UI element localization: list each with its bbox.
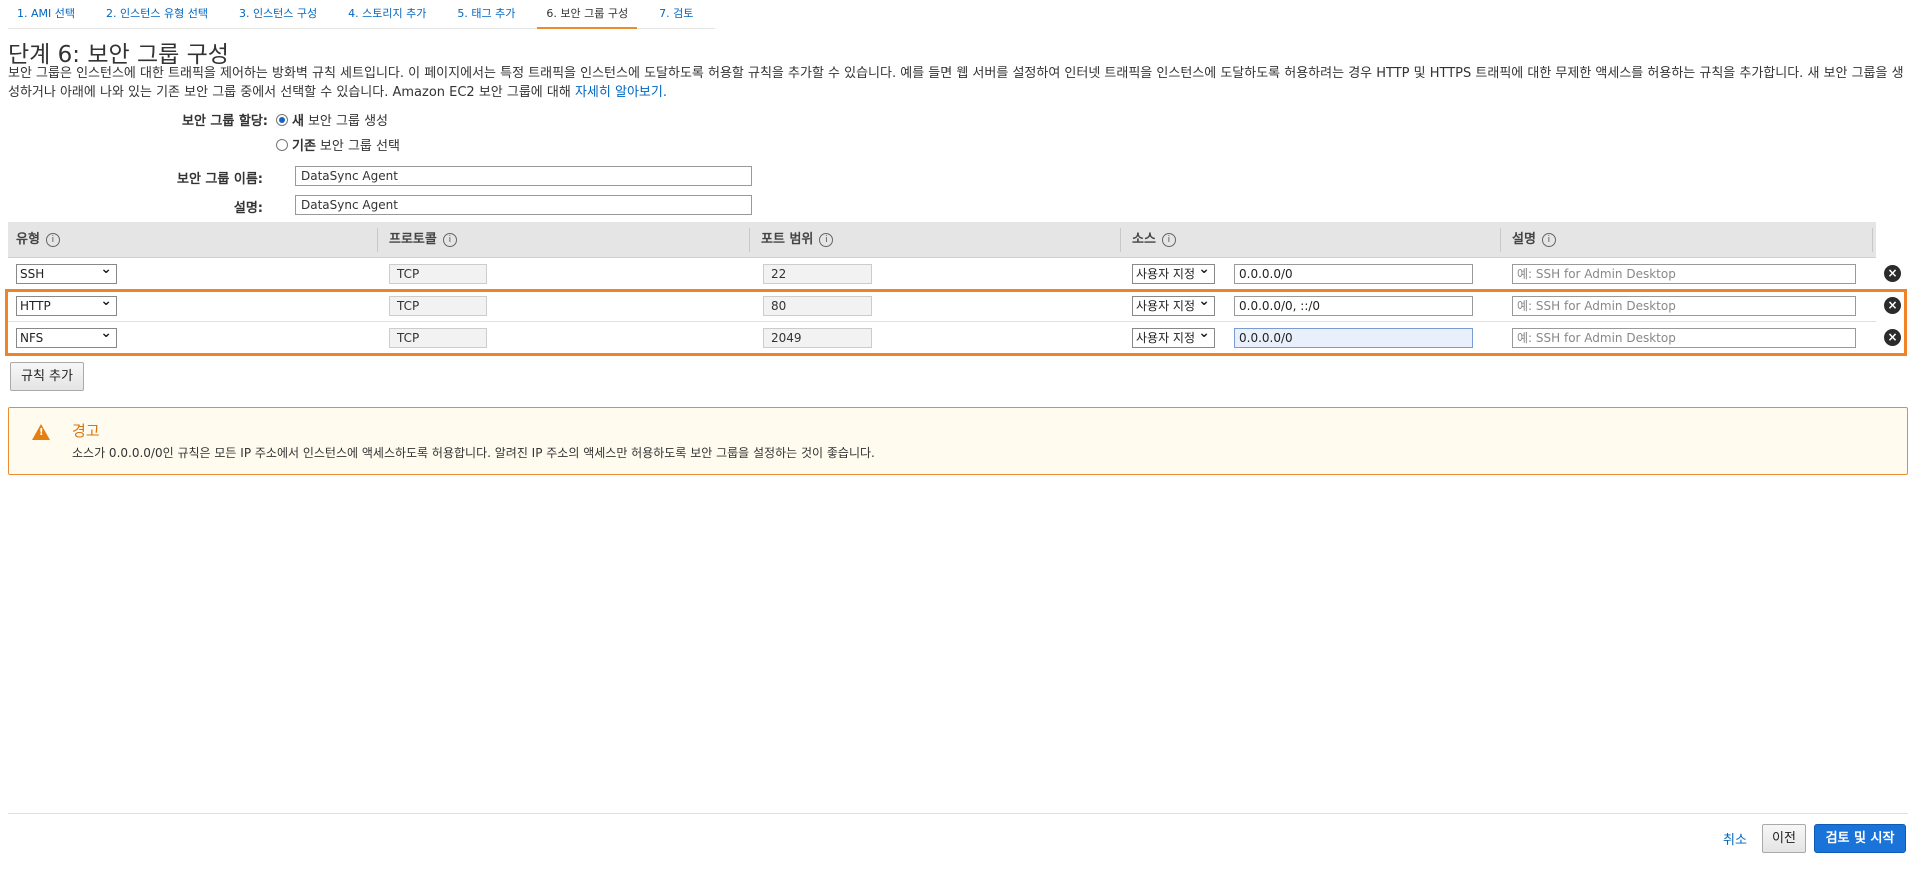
radio-button[interactable] bbox=[276, 138, 288, 151]
assignment-label: 보안 그룹 할당: bbox=[181, 114, 268, 129]
info-icon[interactable]: i bbox=[45, 232, 60, 247]
info-icon[interactable]: i bbox=[442, 232, 457, 247]
warning-alert: ! 경고 소스가 0.0.0.0/0인 규칙은 모든 IP 주소에서 인스턴스에… bbox=[8, 407, 1908, 475]
step-tab-configure-instance[interactable]: 3. 인스턴스 구성 bbox=[230, 0, 326, 29]
warning-icon: ! bbox=[32, 424, 50, 440]
add-rule-button[interactable]: 규칙 추가 bbox=[10, 362, 84, 391]
radio-select-existing-label: 보안 그룹 선택 bbox=[319, 139, 400, 154]
source-cidr-input[interactable]: 0.0.0.0/0, ::/0 bbox=[1234, 296, 1473, 316]
step-tab-security-group[interactable]: 6. 보안 그룹 구성 bbox=[537, 0, 638, 29]
radio-button-selected[interactable] bbox=[276, 113, 288, 126]
type-select[interactable]: NFS bbox=[16, 324, 117, 348]
cancel-link[interactable]: 취소 bbox=[1723, 829, 1747, 848]
group-desc-input[interactable]: DataSync Agent bbox=[295, 195, 752, 215]
info-icon[interactable]: i bbox=[1161, 232, 1176, 247]
port-range-field: 2049 bbox=[763, 328, 872, 348]
group-desc-label: 설명: bbox=[233, 201, 263, 216]
source-mode-select[interactable]: 사용자 지정 bbox=[1132, 296, 1215, 316]
info-icon[interactable]: i bbox=[1541, 232, 1556, 247]
intro-paragraph: 보안 그룹은 인스턴스에 대한 트래픽을 제어하는 방화벽 규칙 세트입니다. … bbox=[8, 64, 1908, 102]
remove-rule-icon[interactable]: × bbox=[1884, 329, 1901, 346]
step-tab-ami[interactable]: 1. AMI 선택 bbox=[8, 0, 84, 29]
step-tab-add-tags[interactable]: 5. 태그 추가 bbox=[448, 0, 524, 29]
radio-create-new[interactable]: 새 보안 그룹 생성 bbox=[276, 110, 388, 129]
header-source: 소스 i bbox=[1132, 222, 1176, 258]
radio-create-new-label: 보안 그룹 생성 bbox=[307, 114, 388, 129]
header-description: 설명 i bbox=[1512, 222, 1556, 258]
radio-select-existing-bold: 기존 bbox=[292, 139, 316, 154]
radio-select-existing[interactable]: 기존 보안 그룹 선택 bbox=[276, 135, 400, 154]
protocol-field: TCP bbox=[389, 296, 487, 316]
warning-text: 소스가 0.0.0.0/0인 규칙은 모든 IP 주소에서 인스턴스에 액세스하… bbox=[72, 446, 875, 460]
wizard-steps: 1. AMI 선택 2. 인스턴스 유형 선택 3. 인스턴스 구성 4. 스토… bbox=[8, 0, 716, 29]
step-tab-review[interactable]: 7. 검토 bbox=[650, 0, 702, 29]
group-name-label: 보안 그룹 이름: bbox=[176, 172, 263, 187]
port-range-field: 80 bbox=[763, 296, 872, 316]
rule-description-input[interactable]: 예: SSH for Admin Desktop bbox=[1512, 296, 1856, 316]
review-and-launch-button[interactable]: 검토 및 시작 bbox=[1814, 824, 1906, 853]
type-select[interactable]: HTTP bbox=[16, 292, 117, 316]
group-name-input[interactable]: DataSync Agent bbox=[295, 166, 752, 186]
header-type: 유형 i bbox=[16, 222, 60, 258]
table-row: SSH TCP 22 사용자 지정 0.0.0.0/0 예: SSH for A… bbox=[8, 258, 1901, 290]
previous-button[interactable]: 이전 bbox=[1762, 824, 1806, 853]
radio-create-new-bold: 새 bbox=[292, 114, 304, 129]
learn-more-link[interactable]: 자세히 알아보기. bbox=[575, 85, 667, 100]
header-port-range: 포트 범위 i bbox=[761, 222, 834, 258]
source-mode-select[interactable]: 사용자 지정 bbox=[1132, 264, 1215, 284]
footer-divider bbox=[8, 813, 1908, 814]
protocol-field: TCP bbox=[389, 328, 487, 348]
table-row: NFS TCP 2049 사용자 지정 0.0.0.0/0 예: SSH for… bbox=[8, 322, 1901, 354]
source-mode-select[interactable]: 사용자 지정 bbox=[1132, 328, 1215, 348]
step-tab-add-storage[interactable]: 4. 스토리지 추가 bbox=[339, 0, 435, 29]
table-row: HTTP TCP 80 사용자 지정 0.0.0.0/0, ::/0 예: SS… bbox=[8, 290, 1901, 322]
remove-rule-icon[interactable]: × bbox=[1884, 265, 1901, 282]
remove-rule-icon[interactable]: × bbox=[1884, 297, 1901, 314]
source-cidr-input[interactable]: 0.0.0.0/0 bbox=[1234, 264, 1473, 284]
step-tab-instance-type[interactable]: 2. 인스턴스 유형 선택 bbox=[97, 0, 217, 29]
rule-description-input[interactable]: 예: SSH for Admin Desktop bbox=[1512, 264, 1856, 284]
info-icon[interactable]: i bbox=[819, 232, 834, 247]
protocol-field: TCP bbox=[389, 264, 487, 284]
rules-table-header: 유형 i 프로토콜 i 포트 범위 i 소스 i 설명 i bbox=[8, 222, 1876, 258]
source-cidr-input[interactable]: 0.0.0.0/0 bbox=[1234, 328, 1473, 348]
type-select[interactable]: SSH bbox=[16, 260, 117, 284]
warning-title: 경고 bbox=[72, 422, 100, 440]
port-range-field: 22 bbox=[763, 264, 872, 284]
rule-description-input[interactable]: 예: SSH for Admin Desktop bbox=[1512, 328, 1856, 348]
header-protocol: 프로토콜 i bbox=[389, 222, 457, 258]
intro-text: 보안 그룹은 인스턴스에 대한 트래픽을 제어하는 방화벽 규칙 세트입니다. … bbox=[8, 66, 1904, 100]
